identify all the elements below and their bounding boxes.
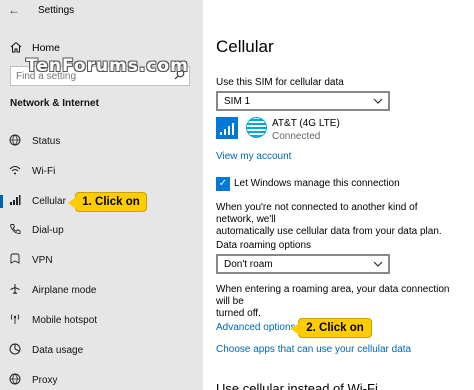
sidebar-item-label: Cellular <box>32 195 66 207</box>
sidebar-item-hotspot[interactable]: Mobile hotspot <box>0 307 203 333</box>
sidebar-item-label: Status <box>32 135 61 147</box>
back-arrow-icon[interactable]: ← <box>8 3 20 17</box>
window-title: Settings <box>38 5 75 16</box>
callout-arrow <box>68 197 76 209</box>
sidebar-item-label: Data usage <box>32 344 84 356</box>
callout-text: 1. Click on <box>82 196 140 208</box>
roaming-dropdown-value: Don't roam <box>224 259 273 270</box>
section-heading-cutoff: Use cellular instead of Wi-Fi <box>216 381 378 390</box>
advanced-options-link[interactable]: Advanced options <box>216 322 296 333</box>
sidebar-item-label: Dial-up <box>32 224 64 236</box>
sidebar-item-vpn[interactable]: VPN <box>0 247 203 273</box>
cellular-signal-icon <box>8 194 22 209</box>
sidebar-item-dialup[interactable]: Dial-up <box>0 217 203 243</box>
globe-icon <box>8 373 22 388</box>
data-usage-icon <box>8 343 22 358</box>
roaming-description-line: When entering a roaming area, your data … <box>216 284 450 307</box>
sidebar-item-label: VPN <box>32 254 53 266</box>
callout-arrow <box>291 323 299 335</box>
home-icon <box>10 41 24 56</box>
section-title: Network & Internet <box>10 98 99 109</box>
sidebar-item-data-usage[interactable]: Data usage <box>0 337 203 363</box>
att-logo-icon <box>246 117 267 138</box>
manage-description-line: When you're not connected to another kin… <box>216 202 418 225</box>
vpn-icon <box>8 253 22 268</box>
view-account-link[interactable]: View my account <box>216 151 291 162</box>
manage-description: When you're not connected to another kin… <box>216 202 456 238</box>
sidebar-item-label: Airplane mode <box>32 284 97 296</box>
roaming-description: When entering a roaming area, your data … <box>216 284 456 320</box>
choose-apps-link[interactable]: Choose apps that can use your cellular d… <box>216 344 411 355</box>
chevron-down-icon <box>373 257 383 274</box>
sidebar-item-proxy[interactable]: Proxy <box>0 367 203 390</box>
airplane-icon <box>8 283 22 298</box>
manage-description-line: automatically use cellular data from you… <box>216 226 442 237</box>
manage-connection-label: Let Windows manage this connection <box>234 178 400 189</box>
cellular-signal-icon <box>216 117 238 139</box>
sidebar-item-label: Wi-Fi <box>32 165 56 177</box>
manage-connection-checkbox[interactable]: ✓ <box>216 177 230 191</box>
sim-dropdown-value: SIM 1 <box>224 96 251 107</box>
chevron-down-icon <box>373 94 383 111</box>
home-nav-item[interactable]: Home <box>10 40 60 56</box>
carrier-status: Connected <box>272 131 321 142</box>
sidebar-item-status[interactable]: Status <box>0 128 203 154</box>
page-title: Cellular <box>216 37 274 56</box>
callout-text: 2. Click on <box>306 322 364 334</box>
phone-icon <box>8 223 22 238</box>
sidebar-item-label: Mobile hotspot <box>32 314 98 326</box>
globe-icon <box>8 134 22 149</box>
sidebar-item-label: Proxy <box>32 374 58 386</box>
callout-step-2: 2. Click on <box>291 318 372 338</box>
watermark: TenForums.com <box>26 56 189 76</box>
roaming-label: Data roaming options <box>216 240 312 251</box>
sim-label: Use this SIM for cellular data <box>216 77 344 88</box>
roaming-dropdown[interactable]: Don't roam <box>216 254 390 274</box>
home-label: Home <box>32 42 61 54</box>
sim-dropdown[interactable]: SIM 1 <box>216 91 390 111</box>
sidebar-item-wifi[interactable]: Wi-Fi <box>0 158 203 184</box>
sidebar-item-airplane[interactable]: Airplane mode <box>0 277 203 303</box>
callout-step-1: 1. Click on <box>68 192 147 212</box>
hotspot-icon <box>8 313 22 328</box>
carrier-name: AT&T (4G LTE) <box>272 118 340 129</box>
wifi-icon <box>8 164 22 179</box>
